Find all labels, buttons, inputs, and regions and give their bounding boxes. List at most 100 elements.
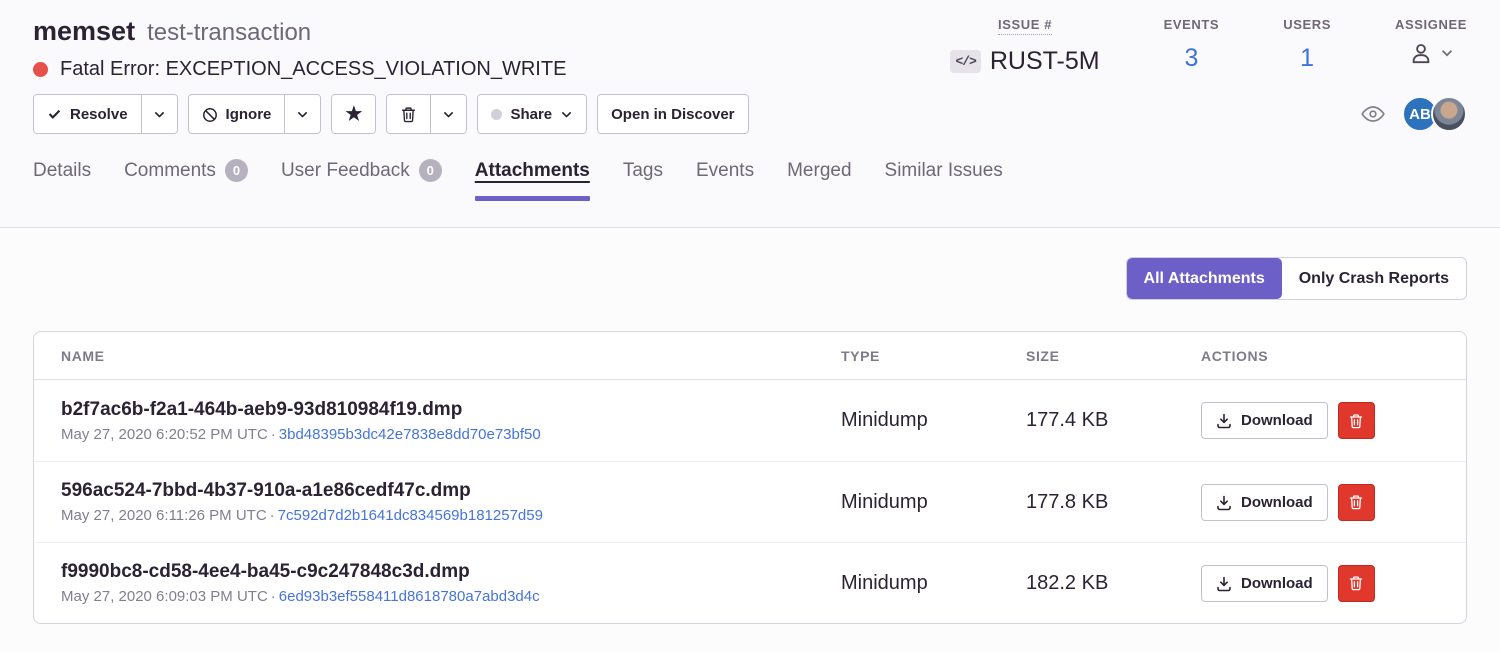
event-id-link[interactable]: 6ed93b3ef558411d8618780a7abd3d4c — [279, 588, 540, 605]
bookmark-button-group: ★ — [331, 94, 376, 134]
comments-count-badge: 0 — [225, 159, 248, 182]
share-button[interactable]: Share — [478, 95, 586, 133]
attachments-table: NAME TYPE SIZE ACTIONS b2f7ac6b-f2a1-464… — [33, 331, 1467, 624]
assignee-selector[interactable] — [1408, 40, 1454, 66]
attachment-size: 177.4 KB — [1026, 409, 1201, 432]
assignee-label: ASSIGNEE — [1395, 17, 1467, 32]
error-message: Fatal Error: EXCEPTION_ACCESS_VIOLATION_… — [60, 58, 566, 81]
attachment-meta: May 27, 2020 6:09:03 PM UTC·6ed93b3ef558… — [61, 588, 841, 605]
issue-short-id: </> RUST-5M — [950, 47, 1099, 76]
table-header-row: NAME TYPE SIZE ACTIONS — [34, 332, 1466, 380]
delete-attachment-button[interactable] — [1338, 402, 1375, 439]
events-count[interactable]: 3 — [1184, 44, 1198, 73]
delete-button-group — [386, 94, 467, 134]
ignore-button[interactable]: Ignore — [189, 95, 285, 133]
error-level-dot — [33, 62, 48, 77]
attachment-type: Minidump — [841, 572, 1026, 595]
resolve-dropdown-button[interactable] — [141, 95, 177, 133]
events-label: EVENTS — [1164, 17, 1220, 32]
download-button[interactable]: Download — [1201, 565, 1328, 602]
trash-icon — [400, 105, 417, 123]
stat-issue-number: ISSUE # </> RUST-5M — [950, 17, 1099, 76]
ignore-dropdown-button[interactable] — [284, 95, 320, 133]
resolve-button[interactable]: Resolve — [34, 95, 141, 133]
download-button[interactable]: Download — [1201, 484, 1328, 521]
tab-merged[interactable]: Merged — [787, 159, 851, 200]
column-header-size: SIZE — [1026, 348, 1201, 364]
table-row: b2f7ac6b-f2a1-464b-aeb9-93d810984f19.dmp… — [34, 380, 1466, 461]
attachment-actions: Download — [1201, 402, 1466, 439]
attachment-name-cell: f9990bc8-cd58-4ee4-ba45-c9c247848c3d.dmp… — [61, 561, 841, 605]
chevron-down-icon — [560, 106, 573, 123]
chevron-down-icon — [1440, 44, 1454, 62]
code-icon: </> — [950, 50, 980, 73]
star-icon: ★ — [345, 105, 362, 124]
tab-comments[interactable]: Comments0 — [124, 159, 248, 200]
attachment-date: May 27, 2020 6:20:52 PM UTC — [61, 426, 268, 443]
download-icon — [1216, 412, 1232, 429]
attachment-type: Minidump — [841, 491, 1026, 514]
trash-icon — [1348, 412, 1364, 428]
page-subtitle: test-transaction — [147, 19, 311, 47]
attachment-actions: Download — [1201, 484, 1466, 521]
delete-attachment-button[interactable] — [1338, 484, 1375, 521]
tab-user-feedback[interactable]: User Feedback0 — [281, 159, 442, 200]
viewer-avatars: AB — [1402, 96, 1467, 132]
download-icon — [1216, 493, 1232, 510]
avatar[interactable] — [1431, 96, 1467, 132]
tab-similar-issues[interactable]: Similar Issues — [885, 159, 1003, 200]
eye-icon — [1360, 101, 1386, 127]
attachment-actions: Download — [1201, 565, 1466, 602]
page-title: memset — [33, 16, 135, 47]
open-in-discover-button[interactable]: Open in Discover — [598, 95, 747, 133]
issue-title-block: memset test-transaction Fatal Error: EXC… — [33, 16, 566, 81]
issue-tabs: Details Comments0 User Feedback0 Attachm… — [33, 159, 1467, 200]
users-count[interactable]: 1 — [1300, 44, 1314, 73]
delete-attachment-button[interactable] — [1338, 565, 1375, 602]
bookmark-star-button[interactable]: ★ — [332, 95, 375, 133]
chevron-down-icon — [153, 106, 166, 123]
download-button[interactable]: Download — [1201, 402, 1328, 439]
event-id-link[interactable]: 3bd48395b3dc42e7838e8dd70e73bf50 — [279, 426, 541, 443]
table-row: f9990bc8-cd58-4ee4-ba45-c9c247848c3d.dmp… — [34, 542, 1466, 623]
users-label: USERS — [1283, 17, 1331, 32]
viewers-area: AB — [1360, 96, 1467, 132]
column-header-type: TYPE — [841, 348, 1026, 364]
tab-tags[interactable]: Tags — [623, 159, 663, 200]
attachments-panel: All Attachments Only Crash Reports NAME … — [0, 228, 1500, 624]
column-header-actions: ACTIONS — [1201, 348, 1466, 364]
delete-issue-button[interactable] — [387, 95, 430, 133]
attachment-size: 182.2 KB — [1026, 572, 1201, 595]
attachment-size: 177.8 KB — [1026, 491, 1201, 514]
column-header-name: NAME — [61, 348, 841, 364]
attachment-name-cell: 596ac524-7bbd-4b37-910a-a1e86cedf47c.dmp… — [61, 480, 841, 524]
filter-only-crash-reports-button[interactable]: Only Crash Reports — [1282, 258, 1466, 299]
share-button-group: Share — [477, 94, 587, 134]
attachment-type: Minidump — [841, 409, 1026, 432]
stat-users: USERS 1 — [1283, 17, 1331, 76]
tab-attachments[interactable]: Attachments — [475, 159, 590, 200]
action-toolbar: Resolve Ignore — [33, 94, 749, 134]
attachment-filter-toggle: All Attachments Only Crash Reports — [1126, 257, 1467, 300]
chevron-down-icon — [296, 106, 309, 123]
delete-dropdown-button[interactable] — [430, 95, 466, 133]
filter-all-attachments-button[interactable]: All Attachments — [1127, 258, 1282, 299]
trash-icon — [1348, 494, 1364, 510]
check-icon — [47, 106, 62, 123]
attachment-date: May 27, 2020 6:11:26 PM UTC — [61, 507, 267, 524]
tab-details[interactable]: Details — [33, 159, 91, 200]
trash-icon — [1348, 575, 1364, 591]
tab-events[interactable]: Events — [696, 159, 754, 200]
stat-events: EVENTS 3 — [1164, 17, 1220, 76]
event-id-link[interactable]: 7c592d7d2b1641dc834569b181257d59 — [278, 507, 543, 524]
attachment-filename: b2f7ac6b-f2a1-464b-aeb9-93d810984f19.dmp — [61, 399, 841, 421]
issue-stats: ISSUE # </> RUST-5M EVENTS 3 USERS 1 ASS… — [950, 16, 1467, 76]
person-icon — [1408, 40, 1434, 66]
ignore-button-group: Ignore — [188, 94, 322, 134]
issue-number-label: ISSUE # — [998, 17, 1052, 35]
issue-header: memset test-transaction Fatal Error: EXC… — [0, 0, 1500, 228]
download-icon — [1216, 574, 1232, 591]
chevron-down-icon — [442, 106, 455, 123]
ban-icon — [202, 105, 218, 122]
attachment-meta: May 27, 2020 6:20:52 PM UTC·3bd48395b3dc… — [61, 426, 841, 443]
